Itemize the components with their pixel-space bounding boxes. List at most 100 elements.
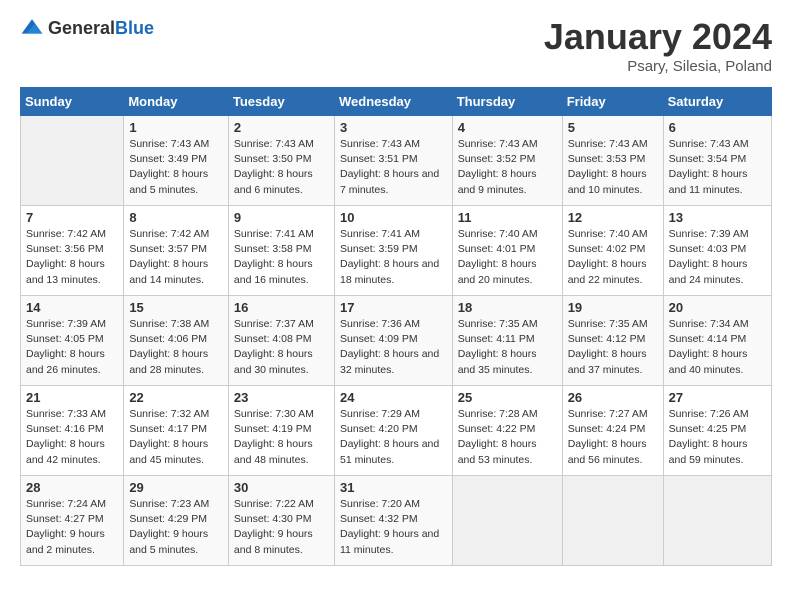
logo-general: General (48, 18, 115, 38)
calendar-cell: 16 Sunrise: 7:37 AMSunset: 4:08 PMDayligh… (228, 296, 334, 386)
day-info: Sunrise: 7:40 AMSunset: 4:02 PMDaylight:… (568, 227, 658, 288)
day-number: 25 (458, 390, 557, 405)
calendar-cell: 25Sunrise: 7:28 AMSunset: 4:22 PMDayligh… (452, 386, 562, 476)
calendar-week-row: 21 Sunrise: 7:33 AMSunset: 4:16 PMDayligh… (21, 386, 772, 476)
logo-text: GeneralBlue (48, 18, 154, 39)
day-info: Sunrise: 7:42 AMSunset: 3:56 PMDaylight:… (26, 227, 118, 288)
weekday-header-saturday: Saturday (663, 88, 771, 116)
day-info: Sunrise: 7:26 AMSunset: 4:25 PMDaylight:… (669, 407, 766, 468)
calendar-title: January 2024 (544, 16, 772, 58)
day-number: 9 (234, 210, 329, 225)
calendar-week-row: 28 Sunrise: 7:24 AMSunset: 4:27 PMDayligh… (21, 476, 772, 566)
day-number: 20 (669, 300, 766, 315)
day-number: 1 (129, 120, 223, 135)
day-number: 21 (26, 390, 118, 405)
calendar-cell (663, 476, 771, 566)
day-number: 26 (568, 390, 658, 405)
day-number: 12 (568, 210, 658, 225)
day-info: Sunrise: 7:35 AMSunset: 4:11 PMDaylight:… (458, 317, 557, 378)
calendar-cell: 29Sunrise: 7:23 AMSunset: 4:29 PMDayligh… (124, 476, 229, 566)
day-number: 11 (458, 210, 557, 225)
day-info: Sunrise: 7:40 AMSunset: 4:01 PMDaylight:… (458, 227, 557, 288)
day-info: Sunrise: 7:20 AMSunset: 4:32 PMDaylight:… (340, 497, 447, 558)
day-number: 19 (568, 300, 658, 315)
weekday-header-monday: Monday (124, 88, 229, 116)
day-number: 14 (26, 300, 118, 315)
calendar-cell: 26 Sunrise: 7:27 AMSunset: 4:24 PMDayligh… (562, 386, 663, 476)
day-info: Sunrise: 7:34 AMSunset: 4:14 PMDaylight:… (669, 317, 766, 378)
day-info: Sunrise: 7:33 AMSunset: 4:16 PMDaylight:… (26, 407, 118, 468)
calendar-cell: 22 Sunrise: 7:32 AMSunset: 4:17 PMDayligh… (124, 386, 229, 476)
logo-icon (20, 16, 44, 40)
day-info: Sunrise: 7:43 AMSunset: 3:50 PMDaylight:… (234, 137, 329, 198)
weekday-header-sunday: Sunday (21, 88, 124, 116)
day-info: Sunrise: 7:43 AMSunset: 3:52 PMDaylight:… (458, 137, 557, 198)
calendar-cell: 14 Sunrise: 7:39 AMSunset: 4:05 PMDayligh… (21, 296, 124, 386)
day-number: 31 (340, 480, 447, 495)
day-info: Sunrise: 7:43 AMSunset: 3:53 PMDaylight:… (568, 137, 658, 198)
calendar-cell: 11 Sunrise: 7:40 AMSunset: 4:01 PMDayligh… (452, 206, 562, 296)
calendar-cell: 24Sunrise: 7:29 AMSunset: 4:20 PMDayligh… (334, 386, 452, 476)
day-info: Sunrise: 7:41 AMSunset: 3:59 PMDaylight:… (340, 227, 447, 288)
day-number: 5 (568, 120, 658, 135)
day-number: 16 (234, 300, 329, 315)
weekday-header-row: SundayMondayTuesdayWednesdayThursdayFrid… (21, 88, 772, 116)
day-number: 27 (669, 390, 766, 405)
day-number: 30 (234, 480, 329, 495)
day-info: Sunrise: 7:24 AMSunset: 4:27 PMDaylight:… (26, 497, 118, 558)
day-number: 3 (340, 120, 447, 135)
day-info: Sunrise: 7:30 AMSunset: 4:19 PMDaylight:… (234, 407, 329, 468)
calendar-cell: 31 Sunrise: 7:20 AMSunset: 4:32 PMDayligh… (334, 476, 452, 566)
calendar-cell: 3Sunrise: 7:43 AMSunset: 3:51 PMDaylight… (334, 116, 452, 206)
day-number: 4 (458, 120, 557, 135)
day-info: Sunrise: 7:32 AMSunset: 4:17 PMDaylight:… (129, 407, 223, 468)
calendar-cell: 20 Sunrise: 7:34 AMSunset: 4:14 PMDayligh… (663, 296, 771, 386)
calendar-cell: 10 Sunrise: 7:41 AMSunset: 3:59 PMDayligh… (334, 206, 452, 296)
day-info: Sunrise: 7:37 AMSunset: 4:08 PMDaylight:… (234, 317, 329, 378)
day-info: Sunrise: 7:35 AMSunset: 4:12 PMDaylight:… (568, 317, 658, 378)
calendar-table: SundayMondayTuesdayWednesdayThursdayFrid… (20, 87, 772, 566)
calendar-week-row: 14 Sunrise: 7:39 AMSunset: 4:05 PMDayligh… (21, 296, 772, 386)
calendar-cell: 4 Sunrise: 7:43 AMSunset: 3:52 PMDaylight… (452, 116, 562, 206)
calendar-cell: 21 Sunrise: 7:33 AMSunset: 4:16 PMDayligh… (21, 386, 124, 476)
day-number: 22 (129, 390, 223, 405)
day-number: 10 (340, 210, 447, 225)
calendar-cell: 9Sunrise: 7:41 AMSunset: 3:58 PMDaylight… (228, 206, 334, 296)
calendar-cell: 23 Sunrise: 7:30 AMSunset: 4:19 PMDayligh… (228, 386, 334, 476)
day-number: 15 (129, 300, 223, 315)
calendar-cell (562, 476, 663, 566)
day-info: Sunrise: 7:22 AMSunset: 4:30 PMDaylight:… (234, 497, 329, 558)
day-number: 6 (669, 120, 766, 135)
calendar-cell: 7 Sunrise: 7:42 AMSunset: 3:56 PMDaylight… (21, 206, 124, 296)
day-number: 24 (340, 390, 447, 405)
day-number: 13 (669, 210, 766, 225)
day-number: 29 (129, 480, 223, 495)
calendar-cell: 17Sunrise: 7:36 AMSunset: 4:09 PMDayligh… (334, 296, 452, 386)
day-info: Sunrise: 7:43 AMSunset: 3:54 PMDaylight:… (669, 137, 766, 198)
day-number: 23 (234, 390, 329, 405)
day-info: Sunrise: 7:43 AMSunset: 3:49 PMDaylight:… (129, 137, 223, 198)
weekday-header-thursday: Thursday (452, 88, 562, 116)
calendar-cell: 5 Sunrise: 7:43 AMSunset: 3:53 PMDaylight… (562, 116, 663, 206)
calendar-cell: 27 Sunrise: 7:26 AMSunset: 4:25 PMDayligh… (663, 386, 771, 476)
day-info: Sunrise: 7:42 AMSunset: 3:57 PMDaylight:… (129, 227, 223, 288)
calendar-cell: 15 Sunrise: 7:38 AMSunset: 4:06 PMDayligh… (124, 296, 229, 386)
day-number: 8 (129, 210, 223, 225)
day-info: Sunrise: 7:39 AMSunset: 4:05 PMDaylight:… (26, 317, 118, 378)
day-number: 28 (26, 480, 118, 495)
calendar-week-row: 1 Sunrise: 7:43 AMSunset: 3:49 PMDaylight… (21, 116, 772, 206)
calendar-cell (21, 116, 124, 206)
day-number: 2 (234, 120, 329, 135)
day-info: Sunrise: 7:27 AMSunset: 4:24 PMDaylight:… (568, 407, 658, 468)
day-info: Sunrise: 7:38 AMSunset: 4:06 PMDaylight:… (129, 317, 223, 378)
title-block: January 2024 Psary, Silesia, Poland (544, 16, 772, 75)
calendar-header: SundayMondayTuesdayWednesdayThursdayFrid… (21, 88, 772, 116)
day-number: 7 (26, 210, 118, 225)
calendar-cell: 12 Sunrise: 7:40 AMSunset: 4:02 PMDayligh… (562, 206, 663, 296)
page-header: GeneralBlue January 2024 Psary, Silesia,… (20, 16, 772, 75)
weekday-header-tuesday: Tuesday (228, 88, 334, 116)
weekday-header-friday: Friday (562, 88, 663, 116)
day-number: 18 (458, 300, 557, 315)
logo-blue: Blue (115, 18, 154, 38)
calendar-cell: 13Sunrise: 7:39 AMSunset: 4:03 PMDayligh… (663, 206, 771, 296)
